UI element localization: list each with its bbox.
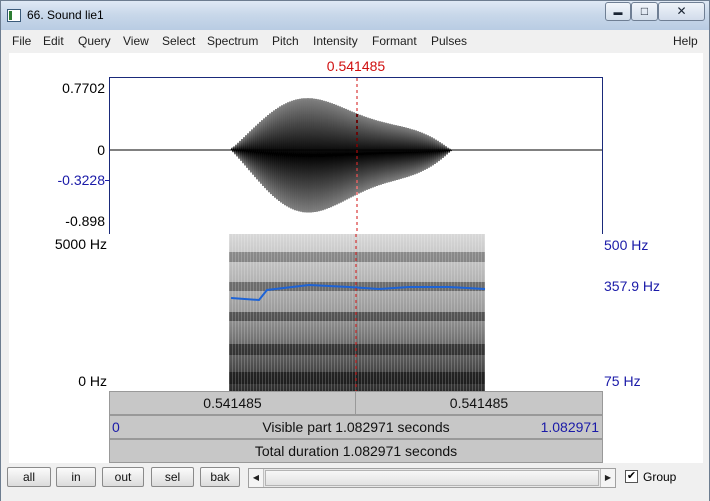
menu-edit[interactable]: Edit (43, 34, 64, 48)
visible-start-time: 0 (112, 419, 120, 435)
waveform-zero-label: 0 (97, 142, 105, 158)
segment-left-duration: 0.541485 (203, 395, 262, 411)
spectrogram-panel[interactable] (109, 234, 603, 391)
minimize-button[interactable]: ▬ (605, 2, 631, 21)
waveform-panel[interactable] (109, 77, 603, 235)
zoom-all-button[interactable]: all (7, 467, 51, 487)
menu-pitch[interactable]: Pitch (272, 34, 299, 48)
menu-view[interactable]: View (123, 34, 149, 48)
total-duration-label: Total duration 1.082971 seconds (254, 443, 458, 459)
zoom-out-button[interactable]: out (102, 467, 144, 487)
visible-part-bar[interactable]: 0 Visible part 1.082971 seconds 1.082971 (109, 415, 603, 439)
waveform-trace (110, 98, 602, 213)
horizontal-scrollbar[interactable]: ◀ ▶ (248, 468, 616, 488)
menu-query[interactable]: Query (78, 34, 111, 48)
menu-intensity[interactable]: Intensity (313, 34, 358, 48)
pitch-value-label: 357.9 Hz (604, 278, 661, 294)
maximize-icon: □ (640, 4, 649, 18)
group-checkbox[interactable]: ✔ (625, 470, 638, 483)
total-duration-bar[interactable]: Total duration 1.082971 seconds (109, 439, 603, 463)
spectrogram-svg (229, 234, 486, 391)
segment-right-bar[interactable]: 0.541485 (355, 391, 603, 415)
pitch-top-label: 500 Hz (604, 237, 649, 253)
segment-left-bar[interactable]: 0.541485 (109, 391, 356, 415)
zoom-back-button[interactable]: bak (200, 467, 240, 487)
group-label: Group (643, 470, 677, 484)
scroll-left-arrow-icon[interactable]: ◀ (249, 469, 264, 487)
close-button[interactable]: ✕ (658, 2, 705, 21)
scroll-right-arrow-icon[interactable]: ▶ (600, 469, 615, 487)
visible-end-time: 1.082971 (540, 419, 599, 435)
menu-bar: File Edit Query View Select Spectrum Pit… (1, 31, 709, 51)
maximize-button[interactable]: □ (631, 2, 658, 21)
close-icon: ✕ (676, 4, 687, 18)
scroll-thumb[interactable] (265, 470, 599, 486)
spectrogram-top-label: 5000 Hz (54, 236, 107, 252)
menu-select[interactable]: Select (162, 34, 195, 48)
zoom-selection-button[interactable]: sel (151, 467, 194, 487)
cursor-time-label: 0.541485 (326, 58, 386, 74)
menu-formant[interactable]: Formant (372, 34, 417, 48)
menu-pulses[interactable]: Pulses (431, 34, 467, 48)
praat-sound-window: 66. Sound lie1 ▬ □ ✕ File Edit Query Vie… (0, 0, 710, 501)
checkmark-icon: ✔ (626, 470, 637, 482)
spectrogram-bottom-label: 0 Hz (78, 373, 107, 389)
menu-file[interactable]: File (12, 34, 31, 48)
window-title: 66. Sound lie1 (27, 8, 104, 22)
app-icon (7, 9, 21, 22)
waveform-max-label: 0.7702 (62, 80, 105, 96)
waveform-svg (110, 78, 602, 234)
minimize-icon: ▬ (613, 7, 623, 17)
pitch-bottom-label: 75 Hz (604, 373, 641, 389)
menu-spectrum[interactable]: Spectrum (207, 34, 258, 48)
waveform-cursor-value-label: -0.3228 (57, 172, 105, 188)
visible-part-label: Visible part 1.082971 seconds (262, 419, 450, 435)
spectrogram-glottal-stripes (229, 234, 485, 391)
segment-right-duration: 0.541485 (449, 395, 509, 411)
title-bar[interactable]: 66. Sound lie1 ▬ □ ✕ (1, 1, 709, 30)
menu-help[interactable]: Help (673, 34, 698, 48)
waveform-min-label: -0.898 (65, 213, 105, 229)
zoom-in-button[interactable]: in (56, 467, 96, 487)
